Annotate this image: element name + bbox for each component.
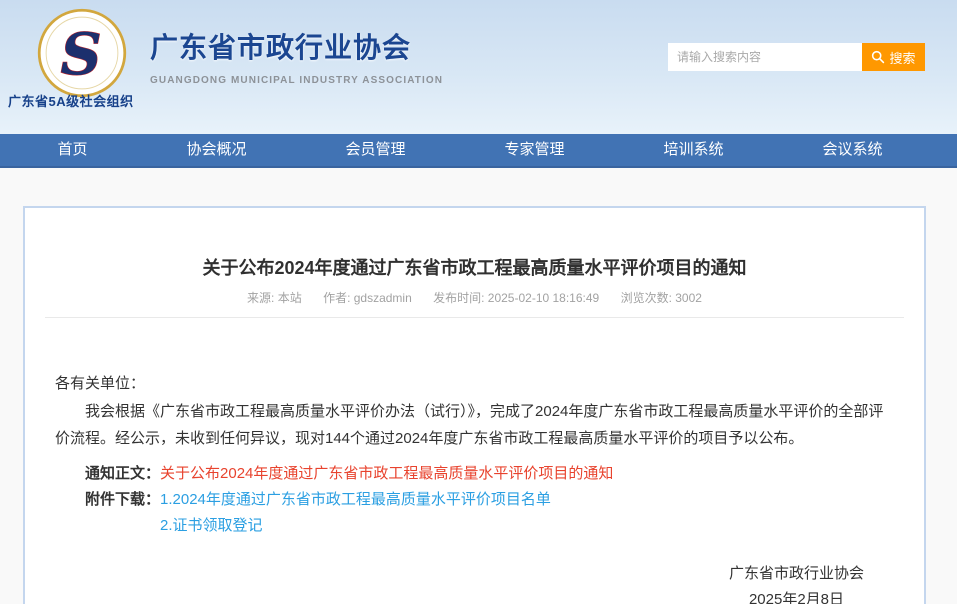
- meta-publish-time: 发布时间: 2025-02-10 18:16:49: [433, 291, 599, 305]
- article-title: 关于公布2024年度通过广东省市政工程最高质量水平评价项目的通知: [25, 254, 924, 280]
- meta-divider: [45, 317, 904, 318]
- association-logo[interactable]: S: [36, 7, 128, 99]
- attachment-row-1: 附件下载：1.2024年度通过广东省市政工程最高质量水平评价项目名单: [55, 487, 894, 513]
- attachment-link-2[interactable]: 2.证书领取登记: [160, 517, 263, 534]
- search-button[interactable]: 搜索: [862, 43, 925, 71]
- salutation: 各有关单位：: [55, 370, 894, 397]
- search-input[interactable]: [668, 43, 862, 71]
- search-button-label: 搜索: [889, 48, 915, 67]
- search-icon: [871, 50, 885, 64]
- site-title: 广东省市政行业协会: [150, 26, 443, 66]
- notice-row: 通知正文：关于公布2024年度通过广东省市政工程最高质量水平评价项目的通知: [55, 461, 894, 487]
- nav-item-home[interactable]: 首页: [43, 133, 101, 167]
- signature-date: 2025年2月8日: [749, 587, 844, 604]
- association-logo-icon: S: [36, 7, 128, 99]
- main-area: 关于公布2024年度通过广东省市政工程最高质量水平评价项目的通知 来源: 本站 …: [0, 206, 957, 604]
- notice-link[interactable]: 关于公布2024年度通过广东省市政工程最高质量水平评价项目的通知: [160, 465, 613, 482]
- badge-5a-organization: 广东省5A级社会组织: [8, 91, 134, 110]
- nav-item-members[interactable]: 会员管理: [331, 133, 419, 167]
- signature-org: 广东省市政行业协会: [729, 561, 864, 587]
- site-subtitle: GUANGDONG MUNICIPAL INDUSTRY ASSOCIATION: [150, 75, 443, 86]
- signature-block: 广东省市政行业协会 2025年2月8日: [729, 561, 864, 604]
- meta-views: 浏览次数: 3002: [621, 291, 702, 305]
- attachment-link-1[interactable]: 1.2024年度通过广东省市政工程最高质量水平评价项目名单: [160, 491, 551, 508]
- main-nav: 首页 协会概况 会员管理 专家管理 培训系统 会议系统: [0, 134, 957, 168]
- article-paragraph: 我会根据《广东省市政工程最高质量水平评价办法（试行）》，完成了2024年度广东省…: [55, 398, 894, 452]
- nav-item-about[interactable]: 协会概况: [172, 133, 260, 167]
- nav-item-meetings[interactable]: 会议系统: [808, 133, 896, 167]
- notice-label: 通知正文：: [85, 465, 160, 482]
- site-header: S 广东省5A级社会组织 广东省市政行业协会 GUANGDONG MUNICIP…: [0, 0, 957, 134]
- attachment-row-2: 2.证书领取登记: [55, 513, 894, 539]
- svg-text:S: S: [60, 21, 101, 88]
- article-meta: 来源: 本站 作者: gdszadmin 发布时间: 2025-02-10 18…: [25, 289, 924, 306]
- meta-author: 作者: gdszadmin: [323, 291, 412, 305]
- meta-source: 来源: 本站: [247, 291, 302, 305]
- search-bar: 搜索: [668, 43, 925, 71]
- nav-item-training[interactable]: 培训系统: [649, 133, 737, 167]
- attachment-label: 附件下载：: [85, 491, 160, 508]
- brand-block: 广东省市政行业协会 GUANGDONG MUNICIPAL INDUSTRY A…: [150, 26, 443, 86]
- nav-item-experts[interactable]: 专家管理: [490, 133, 578, 167]
- article-body: 各有关单位： 我会根据《广东省市政工程最高质量水平评价办法（试行）》，完成了20…: [25, 370, 924, 539]
- page: S 广东省5A级社会组织 广东省市政行业协会 GUANGDONG MUNICIP…: [0, 0, 957, 604]
- article-card: 关于公布2024年度通过广东省市政工程最高质量水平评价项目的通知 来源: 本站 …: [23, 206, 926, 604]
